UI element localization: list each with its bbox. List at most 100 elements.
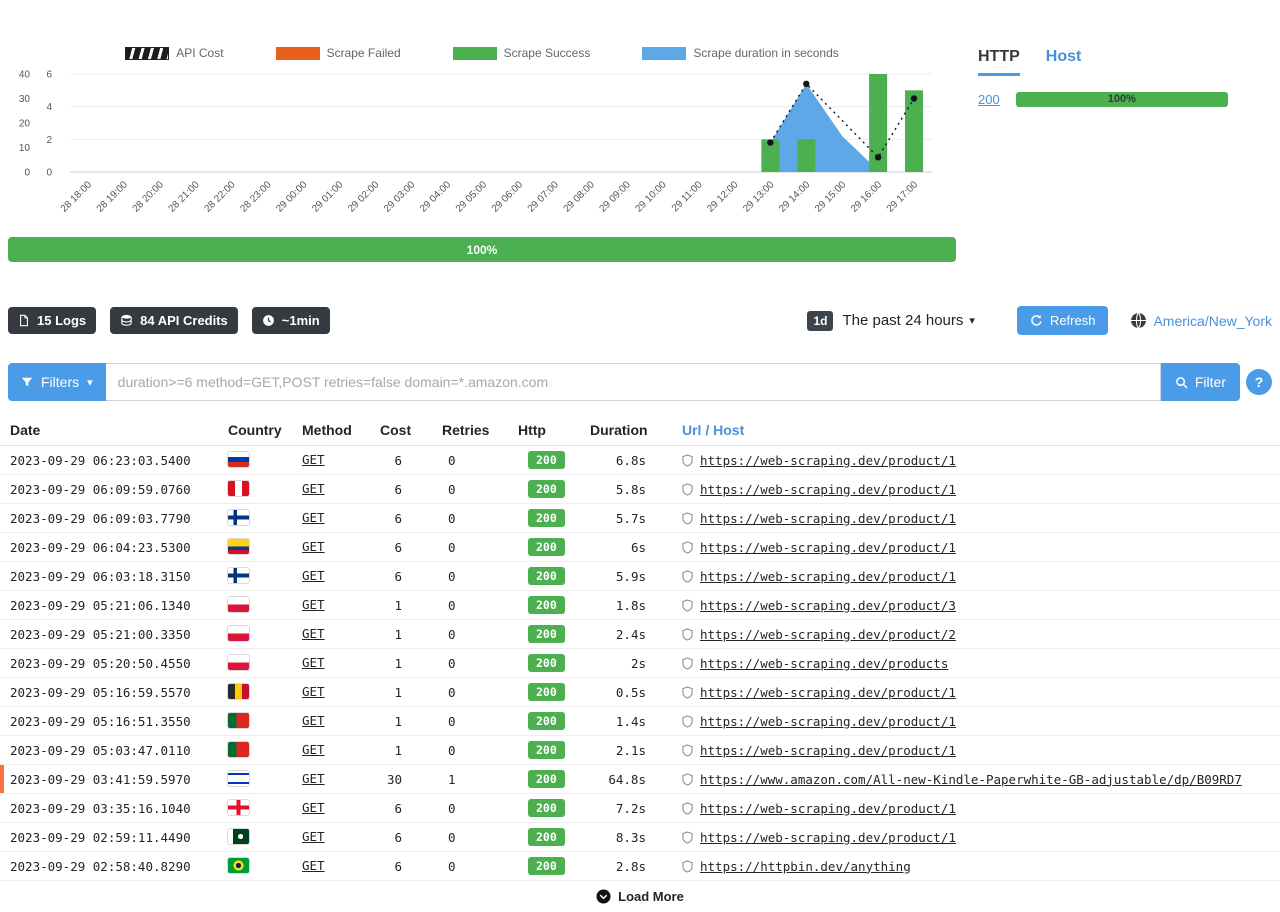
url-cell: https://web-scraping.dev/product/1	[674, 475, 1280, 504]
url-link[interactable]: https://web-scraping.dev/product/1	[700, 743, 956, 758]
timezone-selector[interactable]: America/New_York	[1130, 312, 1272, 329]
legend-item[interactable]: Scrape Failed	[276, 46, 401, 60]
log-date: 2023-09-29 03:41:59.5970	[0, 765, 220, 794]
legend-item[interactable]: Scrape Success	[453, 46, 591, 60]
url-link[interactable]: https://web-scraping.dev/product/1	[700, 511, 956, 526]
table-row[interactable]: 2023-09-29 02:58:40.8290 GET 6 0 200 2.8…	[0, 852, 1280, 881]
svg-text:29 12:00: 29 12:00	[705, 179, 741, 215]
url-link[interactable]: https://web-scraping.dev/product/1	[700, 540, 956, 555]
url-link[interactable]: https://httpbin.dev/anything	[700, 859, 911, 874]
url-link[interactable]: https://web-scraping.dev/product/1	[700, 482, 956, 497]
method-link[interactable]: GET	[302, 655, 325, 670]
period-label: The past 24 hours	[842, 312, 963, 329]
tab-host[interactable]: Host	[1046, 48, 1082, 76]
table-row[interactable]: 2023-09-29 05:21:00.3350 GET 1 0 200 2.4…	[0, 620, 1280, 649]
duration-cell: 5.8s	[582, 475, 674, 504]
url-link[interactable]: https://web-scraping.dev/product/1	[700, 685, 956, 700]
method-link[interactable]: GET	[302, 626, 325, 641]
method-link[interactable]: GET	[302, 684, 325, 699]
method-link[interactable]: GET	[302, 829, 325, 844]
method-link[interactable]: GET	[302, 510, 325, 525]
url-link[interactable]: https://web-scraping.dev/product/1	[700, 569, 956, 584]
load-more-button[interactable]: Load More	[0, 881, 1280, 912]
success-rate-label: 100%	[467, 243, 498, 257]
url-link[interactable]: https://web-scraping.dev/product/1	[700, 830, 956, 845]
url-cell: https://web-scraping.dev/products	[674, 649, 1280, 678]
method-cell: GET	[294, 591, 372, 620]
url-link[interactable]: https://web-scraping.dev/product/1	[700, 714, 956, 729]
http-cell: 200	[510, 765, 582, 794]
header-url-host-toggle[interactable]: Url / Host	[674, 415, 1280, 446]
url-cell: https://web-scraping.dev/product/1	[674, 678, 1280, 707]
top-section: API Cost Scrape Failed Scrape Success Sc…	[0, 0, 1280, 262]
method-link[interactable]: GET	[302, 713, 325, 728]
cost-cell: 6	[372, 446, 434, 475]
url-link[interactable]: https://web-scraping.dev/product/2	[700, 627, 956, 642]
method-link[interactable]: GET	[302, 771, 325, 786]
url-link[interactable]: https://www.amazon.com/All-new-Kindle-Pa…	[700, 772, 1242, 787]
method-link[interactable]: GET	[302, 742, 325, 757]
filter-help-button[interactable]: ?	[1246, 369, 1272, 395]
cost-cell: 1	[372, 707, 434, 736]
method-link[interactable]: GET	[302, 481, 325, 496]
url-link[interactable]: https://web-scraping.dev/product/3	[700, 598, 956, 613]
country-flag-icon	[228, 771, 249, 786]
svg-text:29 13:00: 29 13:00	[741, 179, 777, 215]
duration-cell: 1.4s	[582, 707, 674, 736]
method-cell: GET	[294, 533, 372, 562]
table-row[interactable]: 2023-09-29 05:16:59.5570 GET 1 0 200 0.5…	[0, 678, 1280, 707]
table-row[interactable]: 2023-09-29 06:03:18.3150 GET 6 0 200 5.9…	[0, 562, 1280, 591]
svg-text:29 05:00: 29 05:00	[454, 179, 490, 215]
retries-cell: 0	[434, 504, 510, 533]
table-row[interactable]: 2023-09-29 06:23:03.5400 GET 6 0 200 6.8…	[0, 446, 1280, 475]
table-row[interactable]: 2023-09-29 05:20:50.4550 GET 1 0 200 2s	[0, 649, 1280, 678]
method-cell: GET	[294, 649, 372, 678]
country-flag-icon	[228, 713, 249, 728]
filter-query-input[interactable]	[106, 363, 1161, 401]
filters-dropdown-button[interactable]: Filters ▾	[8, 363, 106, 401]
duration-cell: 6.8s	[582, 446, 674, 475]
logs-count-label: 15 Logs	[37, 313, 86, 328]
log-date: 2023-09-29 06:04:23.5300	[0, 533, 220, 562]
url-link[interactable]: https://web-scraping.dev/product/1	[700, 801, 956, 816]
table-row[interactable]: 2023-09-29 05:03:47.0110 GET 1 0 200 2.1…	[0, 736, 1280, 765]
http-cell: 200	[510, 591, 582, 620]
stats-right-cluster: 1d The past 24 hours ▾ Refresh America/N…	[807, 306, 1272, 335]
method-link[interactable]: GET	[302, 539, 325, 554]
table-row[interactable]: 2023-09-29 06:04:23.5300 GET 6 0 200 6s	[0, 533, 1280, 562]
table-row[interactable]: 2023-09-29 03:41:59.5970 GET 30 1 200 64…	[0, 765, 1280, 794]
header-method: Method	[294, 415, 372, 446]
table-row[interactable]: 2023-09-29 06:09:59.0760 GET 6 0 200 5.8…	[0, 475, 1280, 504]
method-link[interactable]: GET	[302, 800, 325, 815]
shield-icon	[682, 686, 693, 699]
svg-text:4: 4	[46, 102, 52, 113]
country-flag-icon	[228, 626, 249, 641]
period-dropdown[interactable]: The past 24 hours ▾	[842, 312, 974, 329]
url-link[interactable]: https://web-scraping.dev/products	[700, 656, 948, 671]
tab-http[interactable]: HTTP	[978, 48, 1020, 76]
country-cell	[220, 649, 294, 678]
http-cell: 200	[510, 736, 582, 765]
country-cell	[220, 823, 294, 852]
method-link[interactable]: GET	[302, 568, 325, 583]
status-code-link[interactable]: 200	[978, 92, 1000, 107]
legend-item[interactable]: API Cost	[125, 46, 223, 60]
method-link[interactable]: GET	[302, 452, 325, 467]
log-date: 2023-09-29 02:58:40.8290	[0, 852, 220, 881]
legend-item[interactable]: Scrape duration in seconds	[642, 46, 838, 60]
url-link[interactable]: https://web-scraping.dev/product/1	[700, 453, 956, 468]
refresh-button[interactable]: Refresh	[1017, 306, 1109, 335]
table-row[interactable]: 2023-09-29 05:21:06.1340 GET 1 0 200 1.8…	[0, 591, 1280, 620]
country-flag-icon	[228, 858, 249, 873]
method-link[interactable]: GET	[302, 597, 325, 612]
retries-cell: 0	[434, 446, 510, 475]
method-cell: GET	[294, 707, 372, 736]
log-date: 2023-09-29 05:03:47.0110	[0, 736, 220, 765]
apply-filter-button[interactable]: Filter	[1161, 363, 1240, 401]
table-row[interactable]: 2023-09-29 06:09:03.7790 GET 6 0 200 5.7…	[0, 504, 1280, 533]
method-link[interactable]: GET	[302, 858, 325, 873]
table-row[interactable]: 2023-09-29 03:35:16.1040 GET 6 0 200 7.2…	[0, 794, 1280, 823]
svg-text:2: 2	[46, 135, 52, 146]
table-row[interactable]: 2023-09-29 02:59:11.4490 GET 6 0 200 8.3…	[0, 823, 1280, 852]
table-row[interactable]: 2023-09-29 05:16:51.3550 GET 1 0 200 1.4…	[0, 707, 1280, 736]
